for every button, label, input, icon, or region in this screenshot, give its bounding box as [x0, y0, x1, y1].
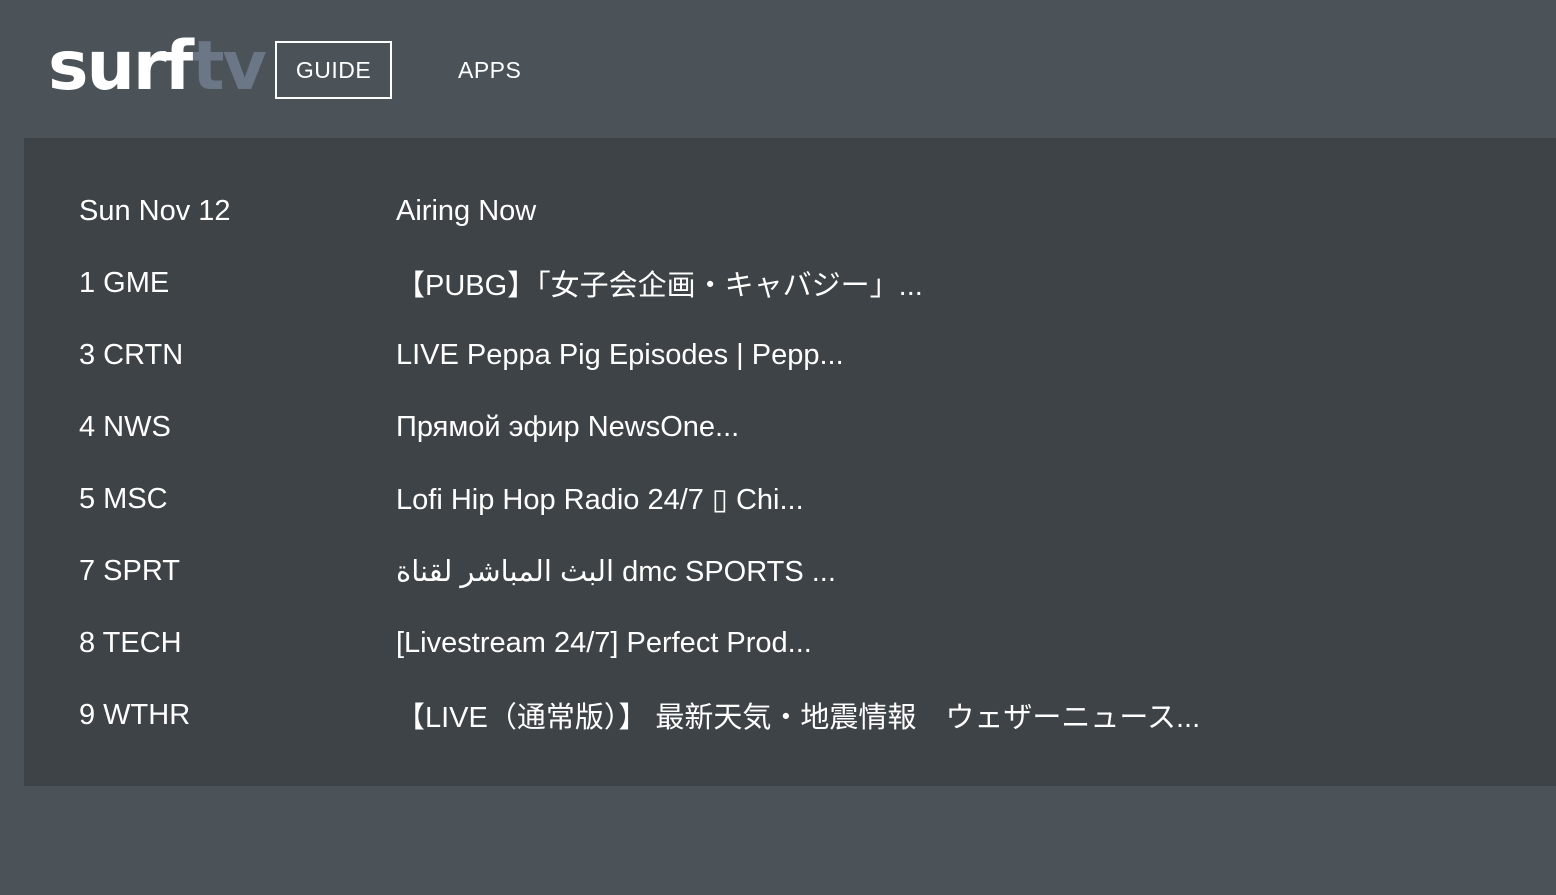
channel-name: 1 GME	[79, 266, 170, 299]
guide-date: Sun Nov 12	[79, 194, 231, 227]
guide-row-tech[interactable]: 8 TECH [Livestream 24/7] Perfect Prod...	[24, 607, 1556, 679]
program-title: 【PUBG】「女子会企画・キャバジー」...	[396, 270, 923, 302]
guide-row-wthr[interactable]: 9 WTHR 【LIVE（通常版）】 最新天気・地震情報 ウェザーニュース...	[24, 679, 1556, 751]
airing-now-label: Airing Now	[396, 194, 537, 227]
guide-row-crtn[interactable]: 3 CRTN LIVE Peppa Pig Episodes | Pepp...	[24, 319, 1556, 391]
program-title: البث المباشر لقناة dmc SPORTS ...	[396, 555, 836, 588]
guide-row-msc[interactable]: 5 MSC Lofi Hip Hop Radio 24/7 ▯ Chi...	[24, 463, 1556, 535]
logo-main-text: surf	[48, 27, 194, 106]
channel-name: 4 NWS	[79, 410, 171, 443]
nav-tab-apps[interactable]: APPS	[458, 43, 521, 97]
channel-name: 8 TECH	[79, 626, 182, 659]
surftv-logo[interactable]: surftv	[48, 22, 267, 112]
program-title: LIVE Peppa Pig Episodes | Pepp...	[396, 338, 844, 371]
program-title: Lofi Hip Hop Radio 24/7 ▯ Chi...	[396, 483, 804, 516]
channel-name: 7 SPRT	[79, 554, 181, 587]
program-title: [Livestream 24/7] Perfect Prod...	[396, 626, 812, 659]
top-bar: surftv GUIDE APPS	[0, 0, 1556, 138]
guide-row-gme[interactable]: 1 GME 【PUBG】「女子会企画・キャバジー」...	[24, 247, 1556, 319]
guide-row-nws[interactable]: 4 NWS Прямой эфир NewsOne...	[24, 391, 1556, 463]
channel-name: 9 WTHR	[79, 698, 191, 731]
guide-panel: Sun Nov 12 Airing Now 1 GME 【PUBG】「女子会企画…	[24, 138, 1556, 786]
program-title: Прямой эфир NewsOne...	[396, 410, 740, 443]
guide-header-row: Sun Nov 12 Airing Now	[24, 175, 1556, 247]
channel-name: 5 MSC	[79, 482, 168, 515]
channel-name: 3 CRTN	[79, 338, 184, 371]
logo-accent-text: tv	[192, 27, 267, 106]
guide-row-sprt[interactable]: 7 SPRT البث المباشر لقناة dmc SPORTS ...	[24, 535, 1556, 607]
nav-tab-guide[interactable]: GUIDE	[275, 41, 392, 99]
program-title: 【LIVE（通常版）】 最新天気・地震情報 ウェザーニュース...	[396, 702, 1201, 734]
